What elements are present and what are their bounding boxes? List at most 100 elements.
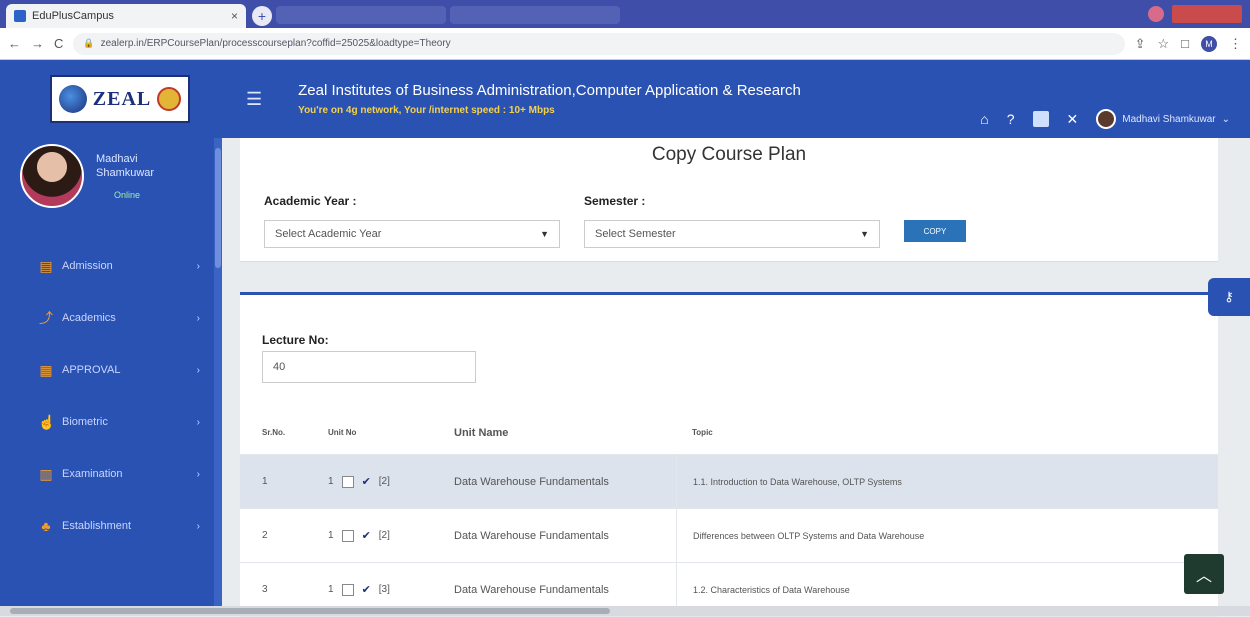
cell-unit: 1 ✔ [2]	[310, 475, 432, 488]
sidebar-item-examination[interactable]: ▥ Examination ›	[0, 448, 222, 500]
sidebar-item-label: Biometric	[62, 416, 108, 428]
unit-count: [3]	[378, 584, 390, 595]
header-topic: Topic	[692, 428, 713, 437]
home-icon[interactable]: ⌂	[980, 111, 988, 127]
cell-unit-name: Data Warehouse Fundamentals	[454, 529, 609, 542]
browser-tab-2[interactable]	[276, 6, 446, 24]
semester-label: Semester :	[584, 194, 646, 208]
reload-icon[interactable]: C	[54, 36, 63, 51]
check-icon: ✔	[361, 584, 371, 596]
academic-year-select[interactable]: Select Academic Year ▼	[264, 220, 560, 248]
row-checkbox[interactable]	[341, 475, 354, 488]
online-status: Online	[114, 190, 141, 200]
group-icon: ♣	[41, 518, 51, 534]
sidebar-item-biometric[interactable]: ☝ Biometric ›	[0, 396, 222, 448]
logo-text: ZEAL	[92, 87, 152, 110]
sidebar-item-label: Academics	[62, 312, 116, 324]
tab-close-icon[interactable]: ×	[231, 9, 238, 23]
unit-number: 1	[328, 476, 334, 487]
building-icon: ▥	[39, 465, 53, 482]
sidebar-scrollbar[interactable]	[214, 138, 222, 616]
scroll-to-top-button[interactable]: ︿	[1184, 554, 1224, 594]
sidebar-scroll-thumb[interactable]	[215, 148, 221, 268]
url-text: zealerp.in/ERPCoursePlan/processcoursepl…	[100, 38, 451, 49]
calendar-icon[interactable]	[1032, 111, 1049, 127]
browser-tab-strip: EduPlusCampus × +	[0, 0, 1250, 28]
sidebar-item-label: Examination	[62, 468, 123, 480]
sidebar-item-label: APPROVAL	[62, 364, 121, 376]
horizontal-scrollbar[interactable]	[0, 606, 1250, 616]
chevron-down-icon: ▼	[860, 229, 869, 239]
browser-tab[interactable]: EduPlusCampus ×	[6, 4, 246, 28]
url-field[interactable]: 🔒 zealerp.in/ERPCoursePlan/processcourse…	[73, 32, 1125, 55]
hamburger-menu-icon[interactable]: ☰	[246, 89, 262, 110]
browser-tab-3[interactable]	[450, 6, 620, 24]
horizontal-scroll-thumb[interactable]	[10, 608, 610, 614]
window-controls	[1140, 5, 1250, 28]
lecture-no-input[interactable]: 40	[262, 351, 476, 383]
user-menu[interactable]: Madhavi Shamkuwar ⌄	[1096, 109, 1230, 129]
profile-name-line1: Madhavi	[96, 153, 138, 165]
academic-year-value: Select Academic Year	[275, 228, 382, 240]
chevron-up-icon: ︿	[1195, 568, 1212, 585]
cell-topic: 1.1. Introduction to Data Warehouse, OLT…	[676, 455, 1218, 508]
settings-toggle-button[interactable]: ⚷	[1208, 278, 1250, 316]
sidebar-item-admission[interactable]: ▤ Admission ›	[0, 240, 222, 292]
share-icon[interactable]: ⇪	[1135, 36, 1146, 52]
star-icon[interactable]: ☆	[1157, 36, 1169, 52]
menu-dots-icon[interactable]: ⋮	[1229, 36, 1242, 52]
chevron-right-icon: ›	[196, 520, 200, 532]
user-avatar	[1096, 109, 1117, 129]
chevron-right-icon: ›	[196, 468, 200, 480]
sidebar-menu: ▤ Admission › ⤴ Academics › ▦ APPROVAL ›…	[0, 240, 222, 552]
zeal-logo[interactable]: ZEAL	[50, 75, 190, 123]
check-icon: ✔	[361, 530, 371, 542]
copy-course-plan-card: Copy Course Plan Academic Year : Select …	[240, 138, 1218, 262]
cell-unit: 1 ✔ [2]	[310, 529, 432, 542]
chevron-down-icon: ▼	[540, 229, 549, 239]
cell-sr-no: 1	[262, 476, 268, 487]
sidebar-item-approval[interactable]: ▦ APPROVAL ›	[0, 344, 222, 396]
window-icon[interactable]: □	[1181, 36, 1189, 52]
chevron-right-icon: ›	[196, 312, 200, 324]
profile-name-line2: Shamkuwar	[96, 167, 155, 179]
sidebar-item-establishment[interactable]: ♣ Establishment ›	[0, 500, 222, 552]
row-checkbox[interactable]	[341, 583, 354, 596]
lock-icon: 🔒	[83, 38, 95, 48]
sidebar-item-label: Admission	[62, 260, 113, 272]
globe-icon	[58, 85, 87, 113]
cell-sr-no: 3	[262, 584, 268, 595]
semester-value: Select Semester	[595, 228, 676, 240]
user-name: Madhavi Shamkuwar	[1122, 113, 1216, 125]
unit-count: [2]	[378, 476, 390, 487]
page-title: Copy Course Plan	[651, 144, 807, 165]
help-icon[interactable]: ?	[1007, 111, 1015, 127]
new-tab-button[interactable]: +	[252, 6, 272, 26]
browser-profile-icon[interactable]	[1148, 6, 1164, 22]
avatar	[20, 144, 84, 208]
main-content: Copy Course Plan Academic Year : Select …	[222, 138, 1250, 617]
profile-icon[interactable]: M	[1201, 35, 1217, 52]
cell-topic: Differences between OLTP Systems and Dat…	[676, 509, 1218, 562]
close-icon[interactable]: ✕	[1067, 111, 1079, 128]
favicon-icon	[14, 10, 26, 22]
lecture-card: Lecture No: 40 Sr.No. Unit No Unit Name …	[240, 292, 1218, 617]
copy-button[interactable]: COPY	[904, 220, 966, 242]
table-row[interactable]: 2 1 ✔ [2] Data Warehouse Fundamentals Di…	[240, 509, 1218, 563]
table-row[interactable]: 1 1 ✔ [2] Data Warehouse Fundamentals 1.…	[240, 455, 1218, 509]
header-unit-name: Unit Name	[454, 426, 509, 439]
row-checkbox[interactable]	[341, 529, 354, 542]
forward-icon[interactable]: →	[31, 36, 44, 51]
header-text: Zeal Institutes of Business Administrati…	[298, 82, 801, 116]
chevron-right-icon: ›	[196, 364, 200, 376]
semester-select[interactable]: Select Semester ▼	[584, 220, 880, 248]
app-header: ZEAL ☰ Zeal Institutes of Business Admin…	[0, 60, 1250, 138]
address-bar-icons: ⇪ ☆ □ M ⋮	[1135, 35, 1242, 52]
window-buttons[interactable]	[1172, 5, 1242, 23]
back-icon[interactable]: ←	[8, 36, 21, 51]
id-card-icon: ▤	[39, 257, 53, 274]
sidebar-item-academics[interactable]: ⤴ Academics ›	[0, 292, 222, 344]
sidebar: Madhavi Shamkuwar Online ▤ Admission › ⤴…	[0, 138, 222, 616]
header-unit-no: Unit No	[328, 428, 357, 437]
institute-name: Zeal Institutes of Business Administrati…	[298, 82, 801, 99]
